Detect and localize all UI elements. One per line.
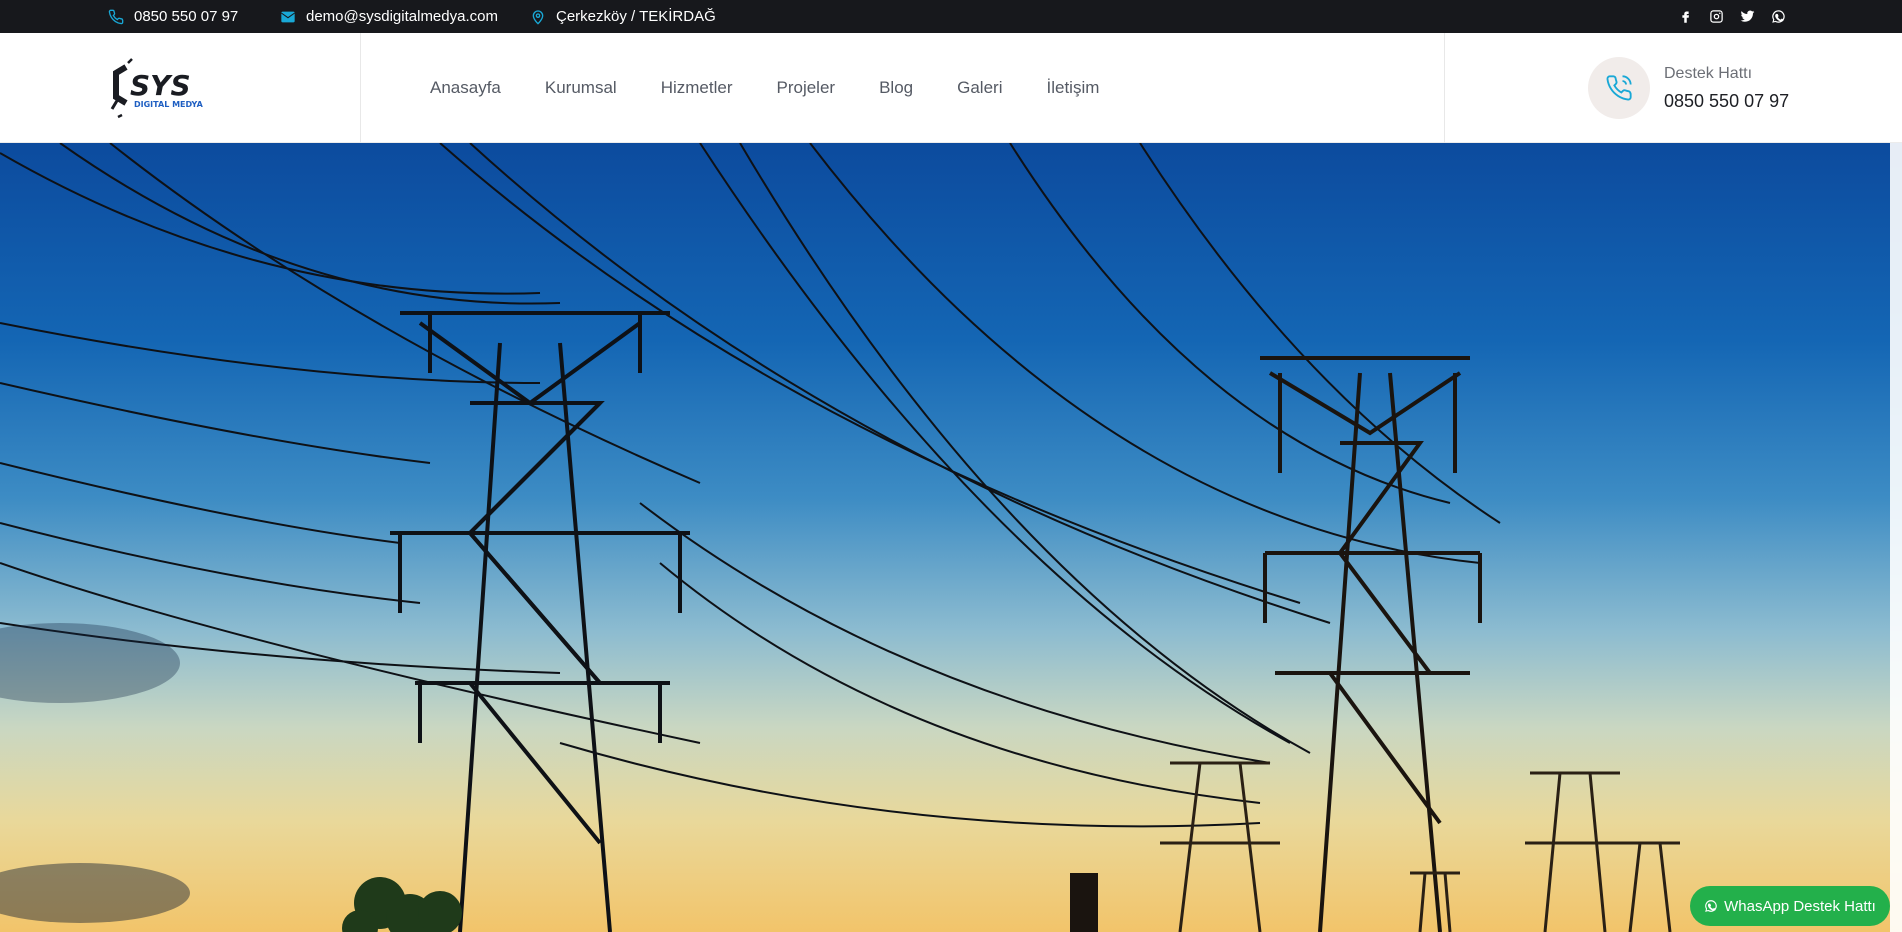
- twitter-icon: [1740, 10, 1755, 22]
- phone-icon: [108, 9, 124, 24]
- facebook-link[interactable]: [1678, 9, 1693, 24]
- sys-logo[interactable]: SYS DIGITAL MEDYA: [108, 53, 220, 121]
- hero-right-edge: [1890, 143, 1902, 932]
- instagram-link[interactable]: [1709, 9, 1724, 24]
- logo-mark-icon: SYS DIGITAL MEDYA: [110, 58, 204, 119]
- phone-call-icon: [1606, 75, 1632, 101]
- nav-item-iletisim[interactable]: İletişim: [1046, 78, 1099, 98]
- twitter-link[interactable]: [1740, 9, 1755, 24]
- support-number[interactable]: 0850 550 07 97: [1664, 91, 1789, 112]
- nav-item-blog[interactable]: Blog: [879, 78, 913, 98]
- nav-item-anasayfa[interactable]: Anasayfa: [430, 78, 501, 98]
- instagram-icon: [1710, 10, 1723, 23]
- whatsapp-support-button[interactable]: WhasApp Destek Hattı: [1690, 886, 1890, 926]
- envelope-icon: [281, 11, 295, 22]
- nav-item-projeler[interactable]: Projeler: [777, 78, 836, 98]
- nav-item-hizmetler[interactable]: Hizmetler: [661, 78, 733, 98]
- social-links: [1678, 0, 1786, 33]
- whatsapp-icon: [1705, 900, 1717, 912]
- hero-banner: [0, 143, 1902, 932]
- header-divider-right: [1444, 33, 1445, 143]
- topbar-location-text: Çerkezköy / TEKİRDAĞ: [556, 8, 716, 25]
- logo-text: SYS: [130, 69, 191, 102]
- topbar-location: Çerkezköy / TEKİRDAĞ: [530, 0, 716, 33]
- support-icon-circle: [1588, 57, 1650, 119]
- logo-subtext: DIGITAL MEDYA: [134, 100, 204, 109]
- map-pin-icon: [532, 9, 544, 25]
- topbar-phone[interactable]: 0850 550 07 97: [108, 0, 238, 33]
- topbar-email[interactable]: demo@sysdigitalmedya.com: [280, 0, 498, 33]
- whatsapp-link[interactable]: [1771, 9, 1786, 24]
- support-label: Destek Hattı: [1664, 64, 1753, 82]
- site-header: SYS DIGITAL MEDYA Anasayfa Kurumsal Hizm…: [0, 33, 1902, 143]
- topbar-email-text: demo@sysdigitalmedya.com: [306, 8, 498, 25]
- topbar-phone-text: 0850 550 07 97: [134, 8, 239, 25]
- whatsapp-icon: [1772, 10, 1785, 23]
- whatsapp-button-label: WhasApp Destek Hattı: [1724, 897, 1876, 915]
- header-divider-left: [360, 33, 361, 143]
- facebook-icon: [1682, 11, 1689, 23]
- nav-item-kurumsal[interactable]: Kurumsal: [545, 78, 617, 98]
- top-bar: 0850 550 07 97 demo@sysdigitalmedya.com …: [0, 0, 1902, 33]
- power-lines-image: [0, 143, 1680, 932]
- support-line[interactable]: Destek Hattı 0850 550 07 97: [1588, 57, 1789, 119]
- main-nav: Anasayfa Kurumsal Hizmetler Projeler Blo…: [430, 33, 1099, 143]
- nav-item-galeri[interactable]: Galeri: [957, 78, 1002, 98]
